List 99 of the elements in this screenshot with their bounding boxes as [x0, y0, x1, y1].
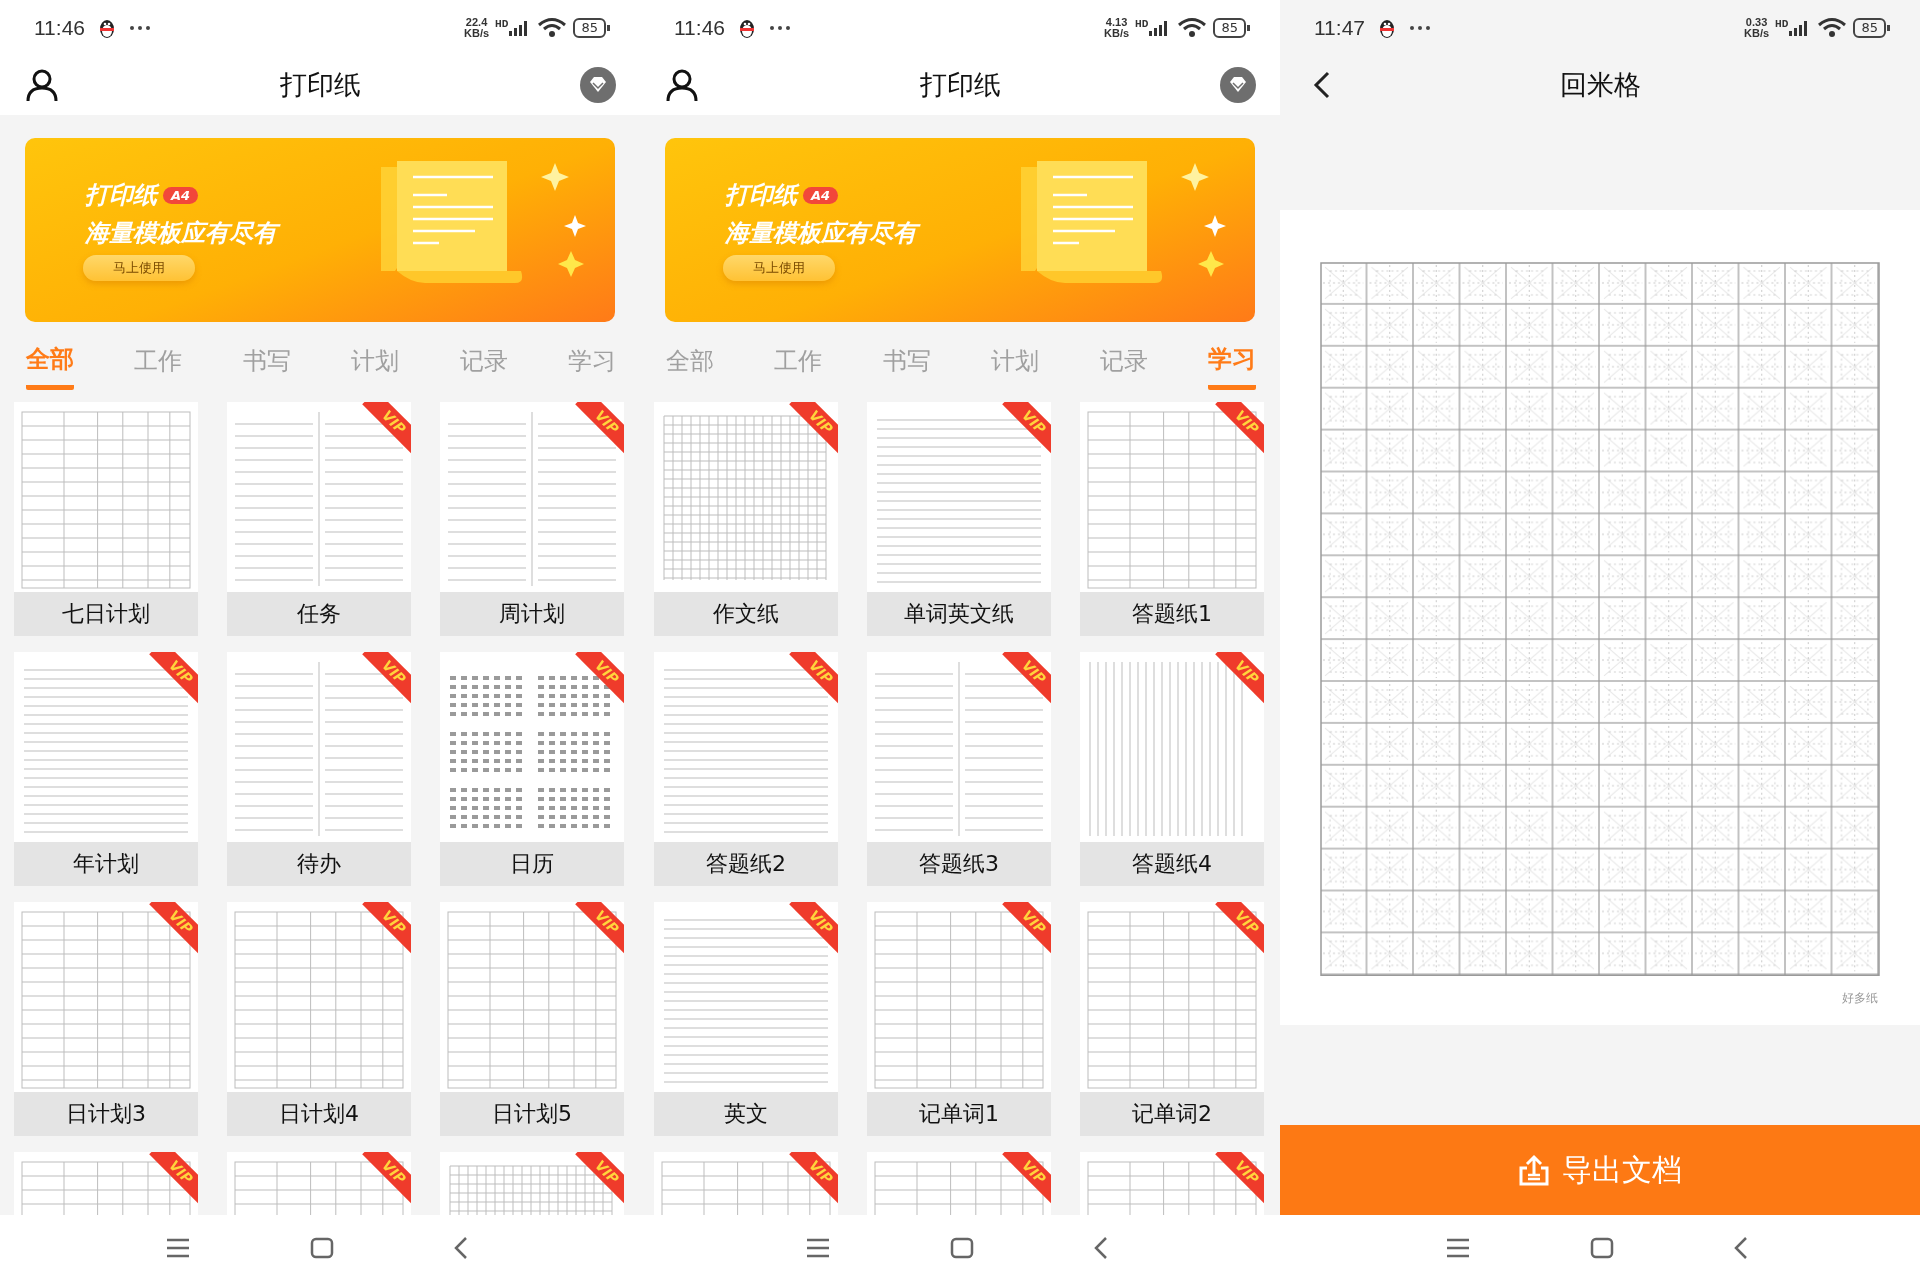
- template-card[interactable]: 英文 VIP: [654, 902, 838, 1136]
- home-icon[interactable]: [309, 1236, 334, 1259]
- template-card[interactable]: 作文纸 VIP: [654, 402, 838, 636]
- more-icon: [1409, 24, 1431, 31]
- template-card[interactable]: VIP: [867, 1152, 1051, 1215]
- template-card[interactable]: VIP: [654, 1152, 838, 1215]
- template-card[interactable]: VIP: [440, 1152, 624, 1215]
- template-name: 日计划5: [440, 1092, 624, 1136]
- home-icon[interactable]: [949, 1236, 974, 1259]
- network-speed: 22.4: [465, 16, 488, 28]
- export-label: 导出文档: [1562, 1150, 1682, 1189]
- template-card[interactable]: 日计划3 VIP: [14, 902, 198, 1136]
- template-name: 记单词1: [867, 1092, 1051, 1136]
- speed-unit: KB/s: [464, 27, 490, 39]
- use-now-button[interactable]: 马上使用: [723, 255, 835, 281]
- template-card[interactable]: 年计划 VIP: [14, 652, 198, 886]
- template-card[interactable]: 周计划 VIP: [440, 402, 624, 636]
- wifi-icon: [1177, 16, 1208, 39]
- vip-badge: VIP: [575, 902, 624, 954]
- vip-badge: VIP: [575, 402, 624, 454]
- template-name: 记单词2: [1080, 1092, 1264, 1136]
- network-type: HD: [1135, 19, 1149, 29]
- status-time: 11:46: [34, 15, 85, 40]
- share-icon: [1518, 1154, 1550, 1186]
- vip-badge: VIP: [789, 1152, 838, 1204]
- template-card[interactable]: 任务 VIP: [227, 402, 411, 636]
- template-card[interactable]: 记单词1 VIP: [867, 902, 1051, 1136]
- template-name: 日计划4: [227, 1092, 411, 1136]
- paper-watermark: 好多纸: [1842, 990, 1878, 1008]
- template-name: 七日计划: [14, 592, 198, 636]
- template-card[interactable]: 答题纸4 VIP: [1080, 652, 1264, 886]
- vip-badge: VIP: [575, 652, 624, 704]
- template-card[interactable]: 答题纸2 VIP: [654, 652, 838, 886]
- vip-badge: VIP: [789, 902, 838, 954]
- vip-badge: VIP: [149, 652, 198, 704]
- network-speed: 4.13: [1105, 16, 1128, 28]
- promo-banner[interactable]: 打印纸 A4 海量模板应有尽有 马上使用: [665, 138, 1255, 322]
- wifi-icon: [537, 16, 568, 39]
- vip-badge: VIP: [362, 902, 411, 954]
- page-title: 回米格: [1558, 68, 1642, 102]
- vip-badge: VIP: [1215, 902, 1264, 954]
- template-name: 作文纸: [654, 592, 838, 636]
- template-card[interactable]: 日计划4 VIP: [227, 902, 411, 1136]
- template-card[interactable]: 日历 VIP: [440, 652, 624, 886]
- promo-banner[interactable]: 打印纸 A4 海量模板应有尽有 马上使用: [25, 138, 615, 322]
- template-card[interactable]: 单词英文纸 VIP: [867, 402, 1051, 636]
- use-now-button[interactable]: 马上使用: [83, 255, 195, 281]
- network-speed: 0.33: [1745, 16, 1768, 28]
- size-badge: A4: [163, 186, 199, 204]
- vip-badge: VIP: [1215, 1152, 1264, 1204]
- network-type: HD: [1775, 19, 1789, 29]
- speed-unit: KB/s: [1104, 27, 1130, 39]
- more-icon: [129, 24, 151, 31]
- template-name: 任务: [227, 592, 411, 636]
- network-type: HD: [495, 19, 509, 29]
- more-icon: [769, 24, 791, 31]
- speed-unit: KB/s: [1744, 27, 1770, 39]
- vip-badge: VIP: [149, 1152, 198, 1204]
- vip-badge: VIP: [1002, 652, 1051, 704]
- menu-icon[interactable]: [1446, 1237, 1470, 1258]
- template-name: 答题纸1: [1080, 592, 1264, 636]
- template-name: 日计划3: [14, 1092, 198, 1136]
- template-name: 答题纸3: [867, 842, 1051, 886]
- vip-badge: VIP: [1002, 1152, 1051, 1204]
- template-card[interactable]: VIP: [1080, 1152, 1264, 1215]
- template-card[interactable]: VIP: [14, 1152, 198, 1215]
- vip-badge: VIP: [789, 652, 838, 704]
- template-name: 待办: [227, 842, 411, 886]
- template-card[interactable]: 答题纸1 VIP: [1080, 402, 1264, 636]
- wifi-icon: [1817, 16, 1848, 39]
- home-icon[interactable]: [1589, 1236, 1614, 1259]
- vip-badge: VIP: [1215, 402, 1264, 454]
- template-card[interactable]: VIP: [227, 1152, 411, 1215]
- status-time: 11:47: [1314, 15, 1365, 40]
- template-card[interactable]: 七日计划: [14, 402, 198, 636]
- vip-badge: VIP: [1002, 402, 1051, 454]
- template-card[interactable]: 日计划5 VIP: [440, 902, 624, 1136]
- template-card[interactable]: 记单词2 VIP: [1080, 902, 1264, 1136]
- template-name: 英文: [654, 1092, 838, 1136]
- page-title: 打印纸: [278, 68, 362, 102]
- template-name: 日历: [440, 842, 624, 886]
- page-title: 打印纸: [918, 68, 1002, 102]
- template-name: 周计划: [440, 592, 624, 636]
- vip-badge: VIP: [362, 1152, 411, 1204]
- vip-badge: VIP: [362, 652, 411, 704]
- template-name: 年计划: [14, 842, 198, 886]
- vip-badge: VIP: [149, 902, 198, 954]
- vip-badge: VIP: [362, 402, 411, 454]
- vip-badge: VIP: [1002, 902, 1051, 954]
- template-card[interactable]: 答题纸3 VIP: [867, 652, 1051, 886]
- menu-icon[interactable]: [166, 1237, 190, 1258]
- status-time: 11:46: [674, 15, 725, 40]
- menu-icon[interactable]: [806, 1237, 830, 1258]
- size-badge: A4: [803, 186, 839, 204]
- template-name: 答题纸4: [1080, 842, 1264, 886]
- template-card[interactable]: 待办 VIP: [227, 652, 411, 886]
- template-name: 单词英文纸: [867, 592, 1051, 636]
- vip-badge: VIP: [1215, 652, 1264, 704]
- template-name: 答题纸2: [654, 842, 838, 886]
